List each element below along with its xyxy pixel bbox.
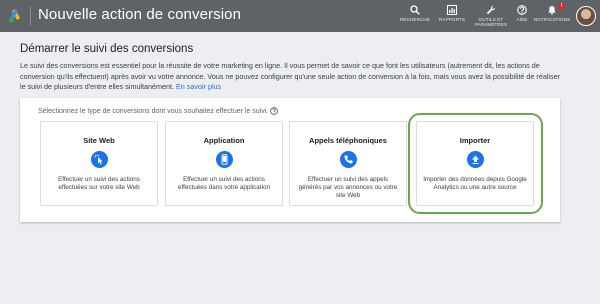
help-icon [517,5,527,15]
page-header-title: Nouvelle action de conversion [38,6,242,23]
wrench-icon [486,5,496,15]
nav-tools-label: OUTILS ET PARAMÈTRES [474,17,508,27]
search-icon [410,5,420,15]
import-highlight-outline [408,113,543,214]
nav-reports-button[interactable]: RAPPORTS [439,0,465,32]
card-website-description: Effectuer un suivi des actions effectuée… [58,176,140,191]
notification-badge: ! [558,3,565,10]
bell-icon [548,6,556,15]
card-website[interactable]: Site Web Effectuer un suivi des actions … [40,121,158,206]
conversion-type-prompt: Sélectionnez le type de conversions dont… [38,107,279,115]
user-avatar[interactable] [576,6,596,26]
google-ads-logo-icon[interactable] [6,7,24,25]
nav-help-label: AIDE [516,17,528,22]
cursor-click-icon [90,151,108,168]
card-phone-calls-title: Appels téléphoniques [309,136,387,145]
card-phone-calls-description: Effectuer un suivi des appels générés pa… [298,176,398,199]
reports-icon [447,5,457,15]
nav-help-button[interactable]: AIDE [512,0,532,32]
nav-tools-button[interactable]: OUTILS ET PARAMÈTRES [474,0,508,32]
header-divider [30,6,31,26]
smartphone-icon [215,151,233,168]
nav-search-button[interactable]: RECHERCHE [400,0,430,32]
phone-icon [339,151,357,168]
prompt-text: Sélectionnez le type de conversions dont… [38,107,269,115]
card-website-title: Site Web [83,136,115,145]
top-bar: Nouvelle action de conversion RECHERCHE … [0,0,600,32]
card-phone-calls[interactable]: Appels téléphoniques Effectuer un suivi … [289,121,407,206]
nav-notifications-label: NOTIFICATIONS [533,17,571,22]
help-circle-icon[interactable] [270,107,279,115]
intro-text: Le suivi des conversions est essentiel p… [20,61,560,91]
card-application-title: Application [203,136,245,145]
learn-more-link[interactable]: En savoir plus [176,82,221,91]
nav-search-label: RECHERCHE [400,17,430,22]
intro-paragraph: Le suivi des conversions est essentiel p… [20,61,560,93]
page-title: Démarrer le suivi des conversions [20,43,194,55]
card-application-description: Effectuer un suivi des actions effectuée… [178,176,270,191]
nav-notifications-button[interactable]: ! NOTIFICATIONS [533,0,571,32]
nav-reports-label: RAPPORTS [439,17,465,22]
card-application[interactable]: Application Effectuer un suivi des actio… [165,121,283,206]
